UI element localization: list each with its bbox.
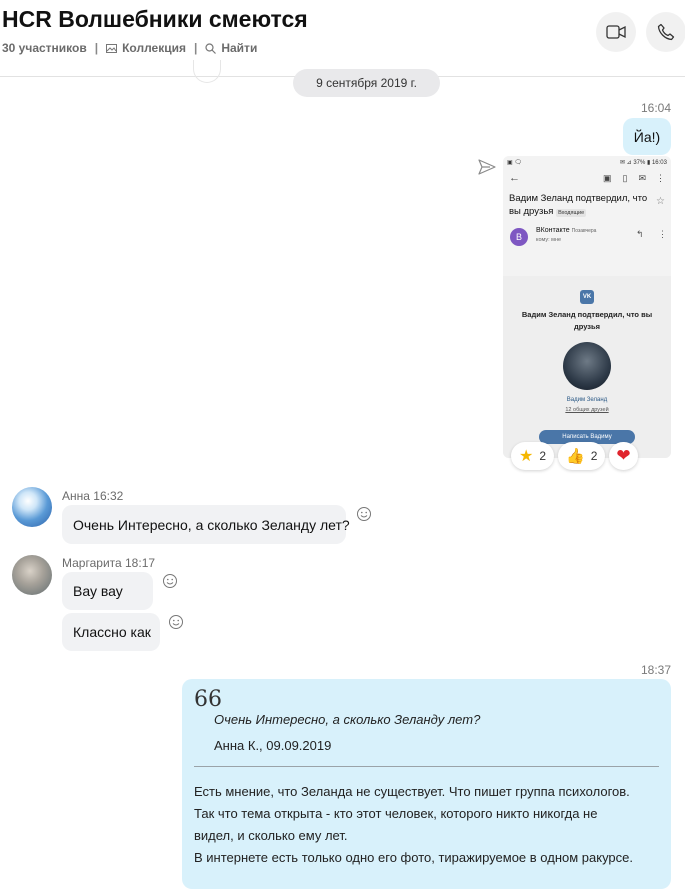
message-text-line: Есть мнение, что Зеланда не существует. …	[194, 784, 630, 799]
scroll-indicator	[193, 60, 221, 83]
vk-card-friends: 12 общих друзей	[565, 407, 609, 413]
reaction-heart[interactable]: ❤	[609, 442, 638, 470]
mail-subject: Вадим Зеланд подтвердил, что вы друзья В…	[503, 192, 655, 220]
inbox-tag: Входящие	[556, 209, 587, 217]
message-bubble-incoming[interactable]: Классно как	[62, 613, 160, 651]
divider: |	[193, 41, 198, 55]
star-outline-icon: ☆	[656, 196, 665, 207]
mail-sender-row: В ВКонтакте Позавчера кому: мне ↰ ⋮	[503, 226, 671, 254]
sender-name-time: Анна 16:32	[62, 489, 124, 503]
sender-avatar: В	[510, 228, 528, 246]
sender-when: Позавчера	[571, 228, 597, 234]
message-time: 18:37	[641, 663, 672, 677]
forward-icon[interactable]	[478, 159, 496, 175]
mail-icon: ✉	[638, 172, 646, 183]
collection-link[interactable]: Коллекция	[122, 41, 186, 55]
reactions-bar: ★ 2 👍 2 ❤	[511, 442, 638, 470]
status-left: ▣ 🗨	[507, 159, 522, 166]
add-reaction-icon[interactable]	[168, 614, 184, 630]
vk-logo: VK	[580, 290, 594, 304]
quote-divider	[194, 766, 659, 767]
add-reaction-icon[interactable]	[162, 573, 178, 589]
video-camera-icon	[606, 25, 626, 39]
message-bubble-incoming[interactable]: Вау вау	[62, 572, 153, 610]
profile-photo	[563, 342, 611, 390]
message-text: Классно как	[73, 624, 151, 640]
shared-screenshot-image[interactable]: ▣ 🗨 ✉ ⊿ 37% ▮ 16:03 ← ▣ ▯ ✉ ⋮ Вадим Зела…	[503, 156, 671, 458]
phone-status-bar: ▣ 🗨 ✉ ⊿ 37% ▮ 16:03	[503, 156, 671, 168]
reaction-star[interactable]: ★ 2	[511, 442, 555, 470]
reaction-count: 2	[539, 449, 547, 463]
sender-name-time: Маргарита 18:17	[62, 556, 156, 570]
participants-link[interactable]: 30 участников	[2, 41, 87, 55]
divider: |	[94, 41, 99, 55]
vk-card-name: Вадим Зеланд	[566, 397, 608, 403]
trash-icon: ▯	[622, 172, 628, 183]
reply-icon: ↰	[636, 229, 644, 239]
message-text: Очень Интересно, а сколько Зеланду лет?	[73, 516, 350, 533]
more-icon: ⋮	[658, 229, 667, 239]
search-icon	[205, 42, 217, 54]
vk-card: VK Вадим Зеланд подтвердил, что вы друзь…	[503, 276, 671, 458]
quoted-message-text: Очень Интересно, а сколько Зеланду лет?	[214, 712, 481, 727]
message-bubble-outgoing[interactable]: Йа!)	[623, 118, 671, 155]
message-bubble-incoming[interactable]: Очень Интересно, а сколько Зеланду лет?	[62, 505, 350, 544]
reaction-count: 2	[590, 449, 598, 463]
sender-to: кому: мне	[536, 237, 562, 243]
thumbs-up-emoji-icon: 👍	[566, 448, 585, 465]
avatar[interactable]	[12, 555, 52, 595]
phone-icon	[657, 23, 675, 41]
back-arrow-icon: ←	[509, 172, 520, 184]
video-call-button[interactable]	[596, 12, 636, 52]
message-bubble-outgoing[interactable]: 66 Очень Интересно, а сколько Зеланду ле…	[182, 679, 671, 889]
heart-emoji-icon: ❤	[616, 446, 631, 465]
more-icon: ⋮	[656, 172, 665, 183]
chat-header: HCR Волшебники смеются 30 участников | К…	[0, 0, 685, 77]
quote-icon: 66	[194, 687, 222, 712]
message-text-line: В интернете есть только одно его фото, т…	[194, 850, 633, 865]
chat-title: HCR Волшебники смеются	[2, 6, 308, 32]
mail-subject-row: Вадим Зеланд подтвердил, что вы друзья В…	[503, 188, 671, 220]
find-link[interactable]: Найти	[221, 41, 257, 55]
gallery-icon	[106, 43, 118, 53]
message-text: Вау вау	[73, 583, 123, 599]
mail-toolbar: ← ▣ ▯ ✉ ⋮	[503, 168, 671, 188]
status-right: ✉ ⊿ 37% ▮ 16:03	[619, 159, 667, 166]
star-emoji-icon: ★	[519, 448, 534, 465]
archive-icon: ▣	[602, 172, 612, 183]
sender-name: ВКонтакте	[536, 227, 570, 234]
message-time: 16:04	[641, 101, 672, 115]
chat-subbar: 30 участников | Коллекция | Найти	[2, 41, 257, 55]
message-text-line: видел, и сколько ему лет.	[194, 828, 348, 843]
reaction-thumbs-up[interactable]: 👍 2	[558, 442, 606, 470]
date-divider: 9 сентября 2019 г.	[293, 69, 440, 97]
add-reaction-icon[interactable]	[356, 506, 372, 522]
vk-card-title: Вадим Зеланд подтвердил, что вы друзья	[521, 310, 653, 331]
avatar[interactable]	[12, 487, 52, 527]
message-text: Йа!)	[633, 128, 661, 145]
message-text-line: Так что тема открыта - кто этот человек,…	[194, 806, 598, 821]
quoted-message-author: Анна К., 09.09.2019	[214, 738, 332, 753]
audio-call-button[interactable]	[646, 12, 685, 52]
